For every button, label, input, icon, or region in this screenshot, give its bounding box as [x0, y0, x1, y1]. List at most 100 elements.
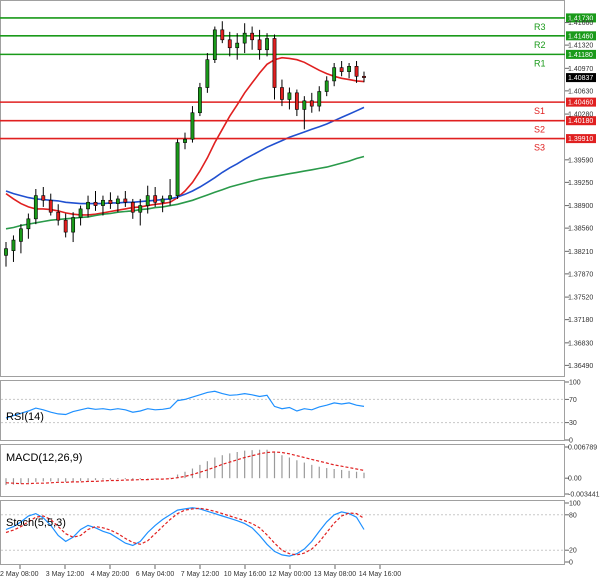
candle-body — [26, 218, 31, 230]
level-name-r2: R2 — [534, 40, 546, 50]
price-tick-label: 1.36490 — [568, 363, 593, 370]
level-name-r3: R3 — [534, 22, 546, 32]
forex-chart: R31.41730R21.41460R11.41180S11.40460S21.… — [0, 0, 600, 578]
macd-tick-label: -0.003441 — [568, 492, 600, 499]
candle-body — [71, 217, 76, 233]
price-panel-frame — [0, 0, 565, 377]
candle-body — [339, 67, 344, 72]
candle-body — [198, 87, 202, 114]
price-tick-label: 1.39250 — [568, 180, 593, 187]
candle-body — [294, 92, 299, 110]
candle-body — [332, 67, 337, 82]
candle-body — [227, 39, 232, 49]
price-tick-label: 1.41660 — [568, 20, 593, 27]
stoch-panel: 100 80 20 0 — [1, 501, 581, 567]
price-tick-label: 1.37180 — [568, 317, 593, 324]
stoch-tick-label: 0 — [569, 560, 573, 567]
time-tick-label: 2 May 08:00 — [0, 571, 39, 578]
candle-body — [145, 195, 150, 206]
candle-body — [183, 138, 187, 143]
rsi-tick-label: 30 — [569, 420, 577, 427]
candle-body — [130, 201, 135, 213]
candle-body — [19, 228, 23, 242]
rsi-line — [5, 390, 365, 419]
macd-label: MACD(12,26,9) — [6, 452, 82, 464]
candle-body — [160, 198, 165, 203]
macd-tick-label: 0.00 — [568, 476, 582, 483]
rsi-tick-label: 100 — [569, 380, 581, 387]
price-tick-label: 1.38560 — [568, 226, 593, 233]
candle-body — [168, 195, 172, 200]
level-price-label: 1.39910 — [568, 136, 593, 143]
time-tick-label: 3 May 12:00 — [46, 571, 85, 578]
candle-body — [265, 38, 269, 51]
macd-tick-label: 0.006789 — [568, 445, 597, 452]
level-name-s1: S1 — [534, 106, 545, 116]
stoch-tick-label: 100 — [569, 501, 581, 508]
macd-panel: 0.006789 0.00 -0.003441 — [5, 445, 600, 499]
price-tick-label: 1.37520 — [568, 295, 593, 302]
level-price-label: 1.40180 — [568, 118, 593, 125]
candle-body — [153, 195, 158, 203]
rsi-label: RSI(14) — [6, 411, 44, 423]
candle-body — [362, 75, 366, 78]
candle-body — [205, 59, 210, 88]
candle-body — [63, 219, 68, 233]
rsi-panel-frame — [0, 380, 565, 441]
candle-body — [190, 112, 195, 140]
candle-body — [175, 142, 180, 196]
candle-body — [33, 195, 38, 220]
stoch-tick-label: 20 — [569, 548, 577, 555]
candle-body — [309, 100, 314, 107]
price-tick-label: 1.40630 — [568, 88, 593, 95]
price-tick-label: 1.38210 — [568, 249, 593, 256]
price-tick-label: 1.40970 — [568, 66, 593, 73]
candle-body — [41, 195, 46, 201]
candle-body — [324, 80, 329, 92]
price-axis: 1.36490 1.36830 1.37180 1.37520 1.37870 1.382… — [565, 20, 593, 370]
candle-body — [138, 205, 143, 213]
candle-body — [86, 201, 90, 210]
price-tick-label: 1.40280 — [568, 112, 593, 119]
rsi-tick-label: 70 — [569, 397, 577, 404]
candle-body — [123, 198, 128, 203]
price-tick-label: 1.39590 — [568, 157, 593, 164]
candle-body — [354, 66, 359, 77]
pivot-levels: R31.41730R21.41460R11.41180S11.40460S21.… — [0, 13, 596, 153]
candle-body — [48, 199, 53, 213]
time-tick-label: 10 May 16:00 — [224, 571, 267, 578]
candle-body — [347, 66, 351, 72]
level-name-r1: R1 — [534, 58, 546, 68]
time-tick-label: 6 May 04:00 — [136, 571, 175, 578]
level-name-s3: S3 — [534, 143, 545, 153]
price-tick-label: 1.41320 — [568, 43, 593, 50]
time-axis: 2 May 08:00 3 May 12:00 4 May 20:00 6 May 0… — [0, 565, 401, 578]
level-name-s2: S2 — [534, 125, 545, 135]
candle-body — [93, 201, 98, 206]
moving-average-line — [5, 106, 365, 205]
stoch-label: Stoch(5,5,3) — [6, 517, 66, 529]
candle-body — [280, 87, 284, 100]
level-price-label: 1.41460 — [568, 33, 593, 40]
time-tick-label: 14 May 16:00 — [359, 571, 402, 578]
candle-body — [235, 42, 240, 49]
price-tick-label: 1.37870 — [568, 271, 593, 278]
stoch-tick-label: 80 — [569, 512, 577, 519]
rsi-panel: 100 70 30 0 — [1, 380, 581, 445]
price-tick-label: 1.38900 — [568, 203, 593, 210]
price-tick-label: 1.36830 — [568, 340, 593, 347]
level-price-label: 1.40460 — [568, 100, 593, 107]
time-tick-label: 4 May 20:00 — [91, 571, 130, 578]
candle-body — [317, 91, 322, 107]
candle-body — [212, 29, 217, 60]
candle-body — [242, 32, 247, 44]
candles — [4, 21, 366, 267]
candle-body — [272, 38, 277, 88]
candle-body — [4, 248, 8, 256]
current-price-label: 1.40837 — [568, 75, 593, 82]
panel-frames — [0, 0, 565, 565]
candle-body — [78, 208, 83, 218]
level-price-label: 1.41180 — [568, 52, 593, 59]
candle-body — [115, 198, 120, 204]
candle-body — [11, 239, 16, 251]
